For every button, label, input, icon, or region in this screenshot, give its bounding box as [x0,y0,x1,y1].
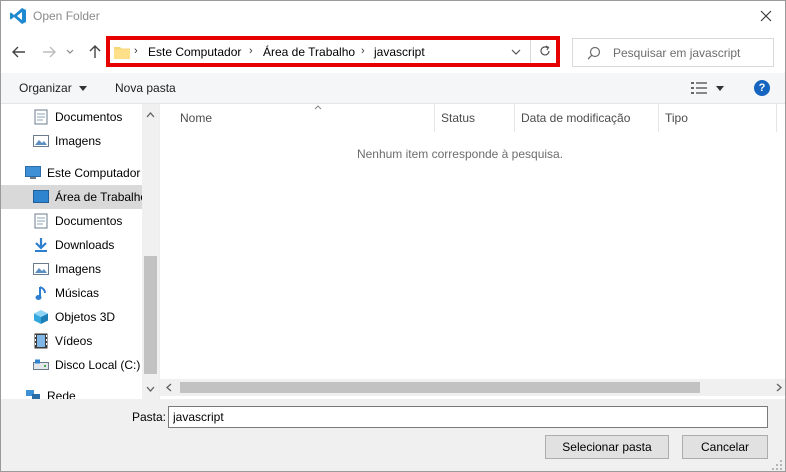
computer-icon [25,165,41,181]
column-header-nome[interactable]: Nome [174,104,435,132]
address-divider [530,40,531,63]
breadcrumb-separator-icon: › [361,45,365,57]
navigation-pane-scroll-thumb[interactable] [144,256,157,374]
sidebar-item-este-computador[interactable]: Este Computador [1,161,142,185]
view-details-icon[interactable] [691,81,707,95]
download-icon [33,237,49,253]
music-icon [33,285,49,301]
document-icon [33,213,49,229]
forward-button[interactable] [39,42,59,62]
file-list: Nome Status Data de modificação Tipo Nen… [159,104,785,399]
help-icon[interactable]: ? [754,80,770,96]
refresh-icon [540,45,550,56]
sidebar-item-documentos[interactable]: Documentos [1,209,142,233]
drive-icon [33,357,49,373]
new-folder-button[interactable]: Nova pasta [115,81,176,95]
sidebar-item-documentos-quick[interactable]: Documentos [1,105,142,129]
resize-grip-icon[interactable] [771,459,783,471]
breadcrumb-este-computador[interactable]: Este Computador [148,45,241,59]
sidebar-item-imagens[interactable]: Imagens [1,257,142,281]
open-folder-dialog: Open Folder › Este Computador › Área de … [0,0,786,472]
folder-label: Pasta: [132,410,167,424]
arrow-right-icon [43,46,56,58]
document-icon [33,109,49,125]
title-bar: Open Folder [1,1,785,31]
sidebar-item-downloads[interactable]: Downloads [1,233,142,257]
network-icon [25,388,41,399]
dialog-footer: Pasta: Selecionar pasta Cancelar [1,399,785,471]
address-bar[interactable]: › Este Computador › Área de Trabalho › j… [106,36,560,67]
search-box[interactable]: Pesquisar em javascript [572,38,774,67]
refresh-button[interactable] [536,42,554,60]
close-button[interactable] [755,5,777,27]
cube-icon [33,309,49,325]
breadcrumb-separator-icon: › [249,45,253,57]
empty-message: Nenhum item corresponde à pesquisa. [356,147,564,161]
breadcrumb-area-de-trabalho[interactable]: Área de Trabalho [263,45,355,59]
address-history-button[interactable] [508,43,524,61]
scroll-left-icon[interactable] [164,383,173,392]
vscode-icon [10,8,26,24]
video-icon [33,333,49,349]
scroll-right-icon[interactable] [774,383,783,392]
chevron-down-icon [66,49,74,54]
sidebar-item-videos[interactable]: Vídeos [1,329,142,353]
recent-locations-button[interactable] [64,42,76,62]
up-button[interactable] [85,42,105,62]
desktop-icon [33,189,49,205]
back-button[interactable] [9,42,29,62]
search-icon [587,46,601,60]
sidebar-item-objetos-3d[interactable]: Objetos 3D [1,305,142,329]
navigation-pane: Documentos Imagens Este Computador Área … [1,104,142,399]
sidebar-item-disco-local[interactable]: Disco Local (C:) [1,353,142,377]
organize-label: Organizar [19,81,72,95]
navigation-pane-scrollbar[interactable] [142,104,159,399]
sidebar-item-musicas[interactable]: Músicas [1,281,142,305]
close-icon [760,10,772,22]
caret-down-icon[interactable] [715,83,725,93]
breadcrumb-javascript[interactable]: javascript [374,45,425,59]
column-header-data-modificacao[interactable]: Data de modificação [515,104,659,132]
command-toolbar: Organizar Nova pasta ? [1,73,785,104]
image-icon [33,261,49,277]
search-input[interactable]: Pesquisar em javascript [613,46,740,60]
scroll-down-icon[interactable] [146,384,155,393]
column-header-tipo[interactable]: Tipo [659,104,777,132]
sidebar-item-imagens-quick[interactable]: Imagens [1,129,142,153]
folder-icon [114,47,130,59]
window-title: Open Folder [33,9,100,23]
arrow-left-icon [12,46,25,58]
image-icon [33,133,49,149]
select-folder-button[interactable]: Selecionar pasta [545,435,669,459]
arrow-up-icon [89,45,101,58]
breadcrumb-separator-icon: › [134,45,138,57]
sort-ascending-icon [314,102,322,113]
column-header-status[interactable]: Status [435,104,515,132]
cancel-button[interactable]: Cancelar [682,435,768,459]
chevron-down-icon [511,49,521,55]
organize-button[interactable]: Organizar [19,81,88,95]
scroll-up-icon[interactable] [146,110,155,119]
folder-name-input[interactable] [168,406,768,428]
file-list-horizontal-scrollbar[interactable] [160,379,785,396]
caret-down-icon [79,86,88,92]
sidebar-item-rede[interactable]: Rede [1,384,142,399]
navigation-row: › Este Computador › Área de Trabalho › j… [1,33,785,71]
horizontal-scroll-thumb[interactable] [180,382,700,393]
sidebar-item-area-de-trabalho[interactable]: Área de Trabalho [1,185,142,209]
